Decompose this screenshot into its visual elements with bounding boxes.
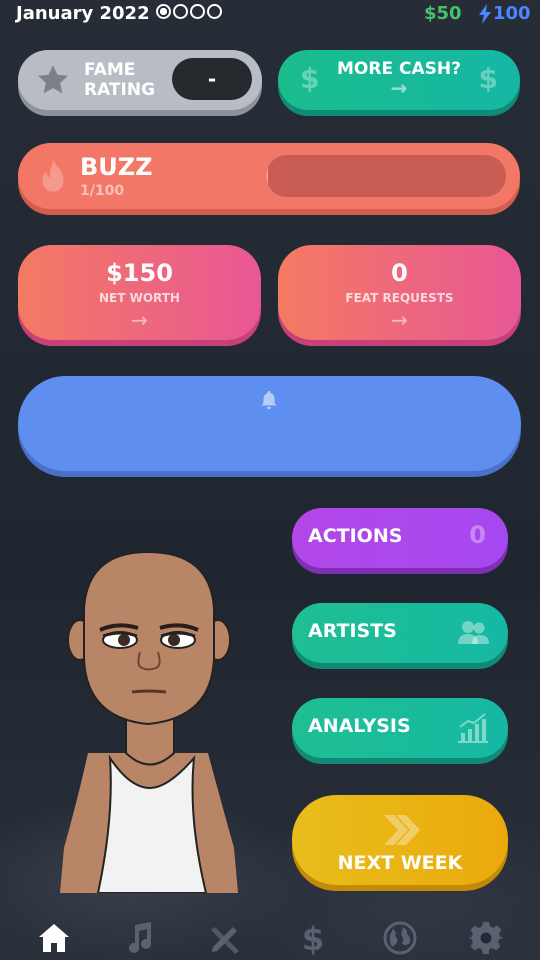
tab-world[interactable]: [380, 919, 420, 957]
feat-requests-label: FEAT REQUESTS: [345, 291, 454, 305]
arrow-right-icon: →: [131, 308, 148, 332]
more-cash-button[interactable]: $ MORE CASH? → $: [278, 50, 520, 110]
energy-value: 100: [493, 3, 531, 24]
feat-requests-value: 0: [391, 259, 408, 287]
gear-icon: [469, 922, 503, 954]
week-dot: [156, 4, 171, 19]
tab-tools[interactable]: [206, 919, 246, 957]
buzz-progress-fill: [266, 155, 269, 197]
current-date: January 2022: [16, 3, 150, 24]
star-icon: [38, 65, 68, 94]
music-note-icon: [129, 922, 151, 953]
dollar-icon: $: [478, 62, 498, 95]
bar-chart-icon: [458, 713, 488, 743]
bell-icon: [261, 391, 277, 410]
arrow-right-icon: →: [391, 308, 408, 332]
artists-label: ARTISTS: [308, 620, 397, 642]
actions-button[interactable]: ACTIONS 0: [292, 508, 508, 568]
net-worth-button[interactable]: $150 NET WORTH →: [18, 245, 261, 340]
next-week-label: NEXT WEEK: [337, 852, 463, 874]
fame-rating-label: FAME RATING: [84, 60, 155, 100]
actions-count: 0: [469, 521, 486, 549]
net-worth-value: $150: [106, 259, 173, 287]
energy-balance: 100: [478, 3, 531, 24]
artists-button[interactable]: ARTISTS: [292, 603, 508, 663]
double-chevron-icon: [384, 815, 420, 845]
flame-icon: [42, 158, 64, 192]
lightning-icon: [479, 3, 491, 24]
tab-money[interactable]: $: [293, 919, 333, 957]
next-week-button[interactable]: NEXT WEEK: [292, 795, 508, 885]
week-dot: [190, 4, 205, 19]
dollar-icon: $: [302, 921, 324, 955]
tab-home[interactable]: [34, 919, 74, 957]
feat-requests-button[interactable]: 0 FEAT REQUESTS →: [278, 245, 521, 340]
tab-music[interactable]: [119, 919, 159, 957]
home-icon: [39, 924, 69, 952]
people-icon: [458, 621, 489, 644]
analysis-button[interactable]: ANALYSIS: [292, 698, 508, 758]
player-avatar: [60, 550, 238, 893]
net-worth-label: NET WORTH: [99, 291, 180, 305]
fame-rating-card[interactable]: FAME RATING -: [18, 50, 262, 110]
buzz-title: BUZZ: [80, 153, 153, 181]
week-dot: [207, 4, 222, 19]
fame-rating-value: -: [172, 58, 252, 100]
buzz-card[interactable]: BUZZ 1/100: [18, 143, 520, 209]
bottom-tab-bar: $: [0, 915, 540, 960]
cash-balance: $50: [424, 3, 462, 24]
svg-text:$: $: [302, 921, 324, 955]
buzz-progress-bar: [266, 155, 506, 197]
globe-icon: [383, 921, 417, 955]
top-bar: January 2022 $50 100: [0, 0, 540, 30]
buzz-progress-text: 1/100: [80, 183, 125, 199]
analysis-label: ANALYSIS: [308, 715, 411, 737]
actions-label: ACTIONS: [308, 525, 403, 547]
week-progress-dots: [156, 4, 222, 19]
notifications-panel[interactable]: [18, 376, 521, 471]
pencil-ruler-icon: [211, 927, 239, 954]
fame-label-line1: FAME: [84, 60, 136, 80]
tab-settings[interactable]: [466, 919, 506, 957]
fame-label-line2: RATING: [84, 80, 156, 100]
week-dot: [173, 4, 188, 19]
